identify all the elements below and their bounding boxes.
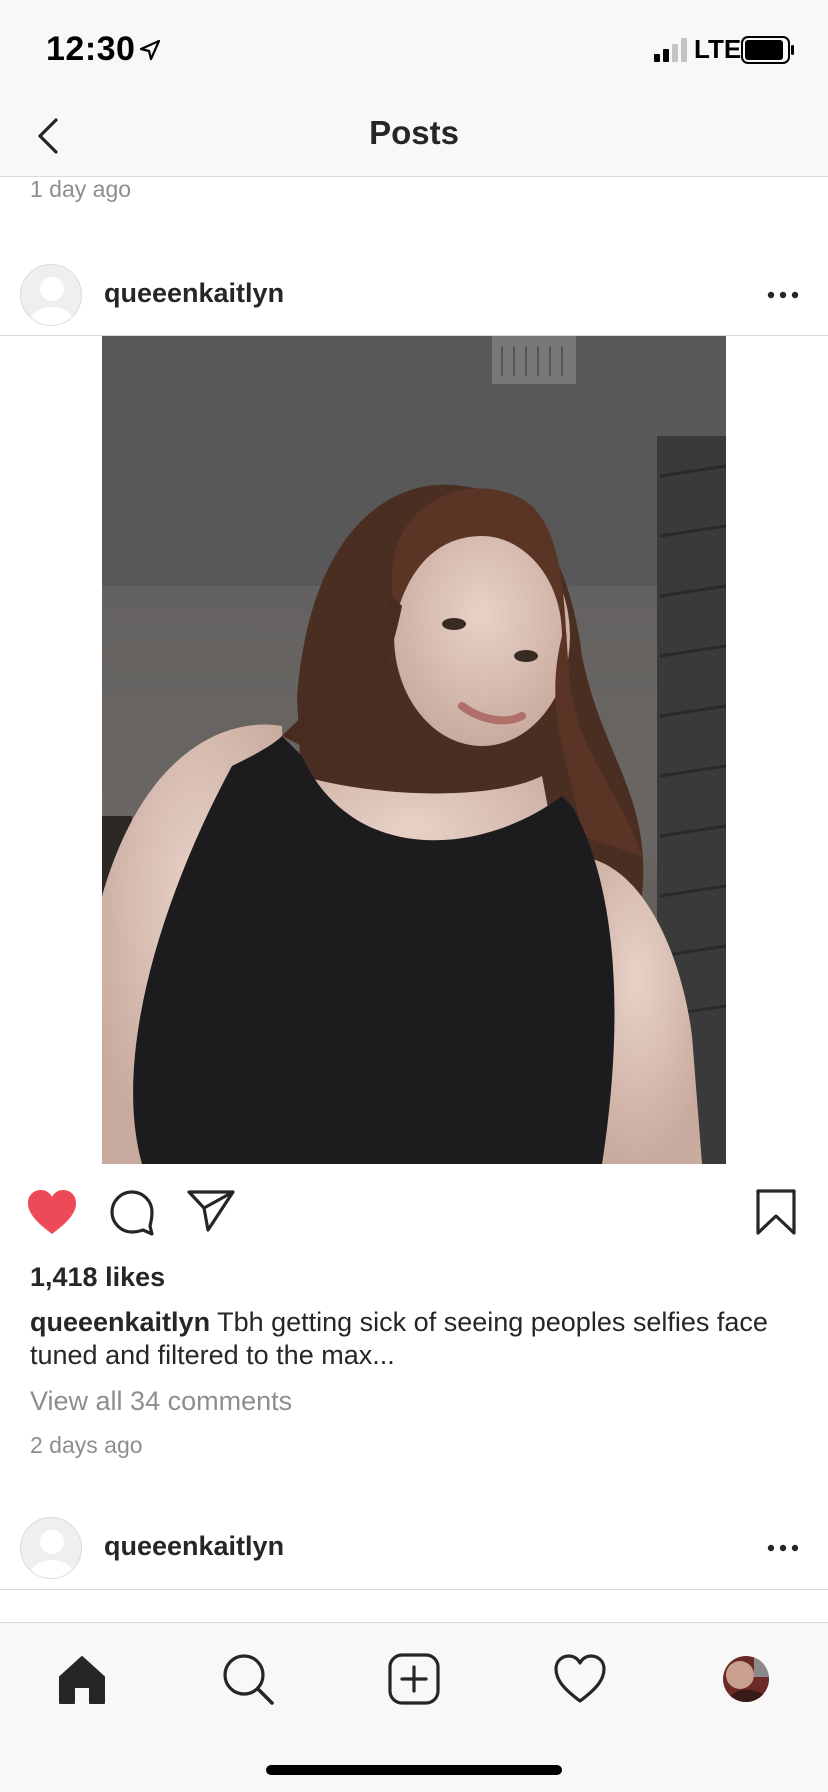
- post-timestamp: 2 days ago: [30, 1432, 143, 1458]
- page-title: Posts: [369, 114, 459, 151]
- post-username[interactable]: queeenkaitlyn: [104, 278, 284, 309]
- status-bar: 12:30 LTE: [0, 0, 828, 100]
- more-options-icon[interactable]: [766, 1533, 800, 1563]
- default-avatar-icon: [30, 277, 74, 325]
- divider: [0, 1589, 828, 1590]
- previous-post-timestamp: 1 day ago: [30, 176, 132, 202]
- home-indicator[interactable]: [266, 1765, 562, 1775]
- view-comments-link[interactable]: View all 34 comments: [30, 1386, 292, 1417]
- network-type: LTE: [694, 34, 742, 64]
- share-icon[interactable]: [186, 1188, 236, 1234]
- save-bookmark-icon[interactable]: [754, 1188, 798, 1236]
- battery-icon: [741, 36, 794, 64]
- selfie-image: [102, 336, 726, 1164]
- heart-icon[interactable]: [552, 1651, 608, 1707]
- more-options-icon[interactable]: [766, 280, 800, 310]
- nav-bar: Posts: [0, 100, 828, 177]
- liked-heart-icon[interactable]: [26, 1188, 78, 1236]
- status-time: 12:30: [46, 30, 136, 68]
- tab-bar: [0, 1622, 828, 1792]
- post-photo[interactable]: [102, 336, 726, 1164]
- location-arrow-icon: [139, 39, 161, 61]
- avatar[interactable]: [20, 264, 82, 326]
- next-post-username[interactable]: queeenkaitlyn: [104, 1531, 284, 1562]
- post-caption: queeenkaitlyn Tbh getting sick of seeing…: [30, 1306, 800, 1372]
- caption-username[interactable]: queeenkaitlyn: [30, 1307, 210, 1337]
- post-header: queeenkaitlyn: [0, 250, 828, 336]
- default-avatar-icon: [30, 1530, 74, 1578]
- search-icon[interactable]: [220, 1651, 276, 1707]
- profile-avatar[interactable]: [718, 1651, 774, 1707]
- home-icon[interactable]: [54, 1651, 110, 1707]
- avatar[interactable]: [20, 1517, 82, 1579]
- likes-count[interactable]: 1,418 likes: [30, 1262, 165, 1293]
- add-post-icon[interactable]: [386, 1651, 442, 1707]
- comment-icon[interactable]: [108, 1188, 156, 1236]
- next-post-header: queeenkaitlyn: [0, 1503, 828, 1589]
- signal-strength-icon: [654, 38, 687, 62]
